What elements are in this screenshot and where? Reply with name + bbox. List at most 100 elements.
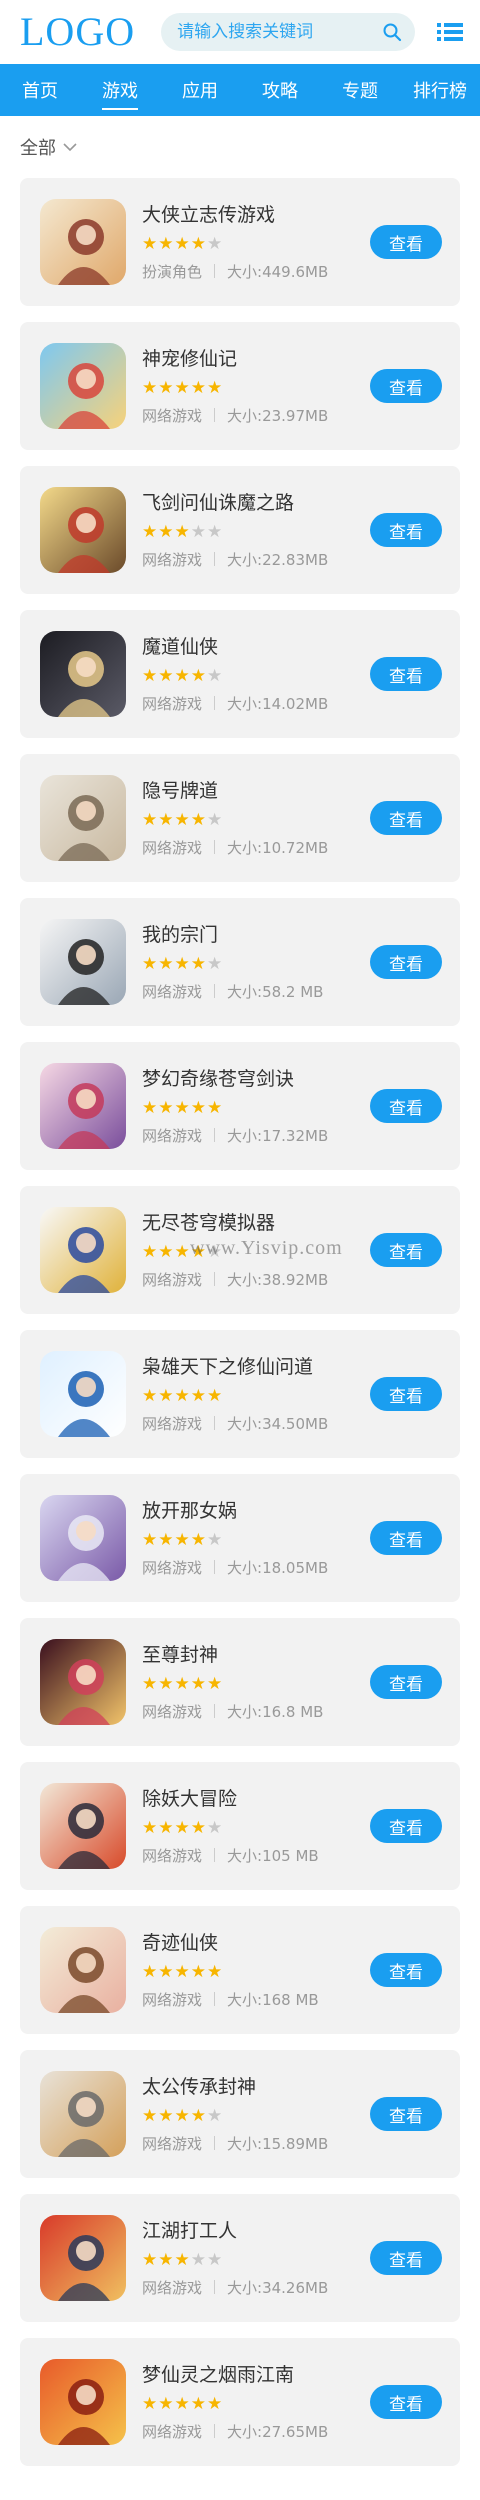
app-name[interactable]: 神宠修仙记 — [142, 347, 370, 371]
app-size: 大小:15.89MB — [227, 2134, 329, 2153]
app-category: 网络游戏 — [142, 838, 203, 857]
list-menu-icon[interactable] — [436, 20, 464, 44]
app-category: 网络游戏 — [142, 1126, 203, 1145]
app-name[interactable]: 奇迹仙侠 — [142, 1931, 370, 1955]
star-icon: ★ — [174, 233, 190, 254]
app-name[interactable]: 无尽苍穹模拟器 — [142, 1211, 370, 1235]
view-button[interactable]: 查看 — [370, 2097, 442, 2131]
flower-maiden-icon[interactable] — [40, 1927, 126, 2013]
view-button[interactable]: 查看 — [370, 1953, 442, 1987]
app-card[interactable]: 梦仙灵之烟雨江南 ★ ★ ★ ★ ★ 网络游戏 大小:27.65MB 查看 — [20, 2338, 460, 2466]
star-icon: ★ — [207, 1097, 223, 1118]
app-card[interactable]: 隐号牌道 ★ ★ ★ ★ ★ 网络游戏 大小:10.72MB 查看 — [20, 754, 460, 882]
fox-girl-icon[interactable] — [40, 2071, 126, 2157]
app-card[interactable]: 奇迹仙侠 ★ ★ ★ ★ ★ 网络游戏 大小:168 MB 查看 — [20, 1906, 460, 2034]
xian-character-icon[interactable] — [40, 1351, 126, 1437]
app-info: 梦幻奇缘苍穹剑诀 ★ ★ ★ ★ ★ 网络游戏 大小:17.32MB — [142, 1067, 370, 1146]
red-dress-heroine-icon[interactable] — [40, 1639, 126, 1725]
meta-divider — [214, 408, 216, 422]
app-name[interactable]: 枭雄天下之修仙问道 — [142, 1355, 370, 1379]
demon-hunter-icon[interactable] — [40, 1783, 126, 1869]
app-card[interactable]: 江湖打工人 ★ ★ ★ ★ ★ 网络游戏 大小:34.26MB 查看 — [20, 2194, 460, 2322]
view-button[interactable]: 查看 — [370, 369, 442, 403]
old-sage-icon[interactable] — [40, 775, 126, 861]
view-button[interactable]: 查看 — [370, 2385, 442, 2419]
app-card[interactable]: 放开那女娲 ★ ★ ★ ★ ★ 网络游戏 大小:18.05MB 查看 — [20, 1474, 460, 1602]
app-card[interactable]: 太公传承封神 ★ ★ ★ ★ ★ 网络游戏 大小:15.89MB 查看 — [20, 2050, 460, 2178]
app-size: 大小:10.72MB — [227, 838, 329, 857]
view-button[interactable]: 查看 — [370, 1377, 442, 1411]
fairy-girl-icon[interactable] — [40, 1063, 126, 1149]
view-button[interactable]: 查看 — [370, 945, 442, 979]
nav-item-home[interactable]: 首页 — [0, 64, 80, 116]
app-card[interactable]: 除妖大冒险 ★ ★ ★ ★ ★ 网络游戏 大小:105 MB 查看 — [20, 1762, 460, 1890]
star-icon: ★ — [174, 2393, 190, 2414]
app-category: 网络游戏 — [142, 982, 203, 1001]
app-name[interactable]: 除妖大冒险 — [142, 1787, 370, 1811]
app-name[interactable]: 我的宗门 — [142, 923, 370, 947]
search-icon[interactable] — [381, 21, 403, 43]
app-name[interactable]: 放开那女娲 — [142, 1499, 370, 1523]
meta-divider — [214, 696, 216, 710]
view-button[interactable]: 查看 — [370, 801, 442, 835]
app-name[interactable]: 隐号牌道 — [142, 779, 370, 803]
view-button[interactable]: 查看 — [370, 225, 442, 259]
view-button[interactable]: 查看 — [370, 513, 442, 547]
app-card[interactable]: 飞剑问仙诛魔之路 ★ ★ ★ ★ ★ 网络游戏 大小:22.83MB 查看 — [20, 466, 460, 594]
app-name[interactable]: 至尊封神 — [142, 1643, 370, 1667]
view-button[interactable]: 查看 — [370, 1089, 442, 1123]
cute-pet-dragon-icon[interactable] — [40, 343, 126, 429]
view-button[interactable]: 查看 — [370, 1665, 442, 1699]
search-input[interactable] — [177, 22, 382, 42]
star-icon: ★ — [207, 1673, 223, 1694]
view-button[interactable]: 查看 — [370, 1521, 442, 1555]
meta-divider — [214, 2280, 216, 2294]
app-name[interactable]: 梦幻奇缘苍穹剑诀 — [142, 1067, 370, 1091]
app-card[interactable]: 大侠立志传游戏 ★ ★ ★ ★ ★ 扮演角色 大小:449.6MB 查看 — [20, 178, 460, 306]
wanderer-icon[interactable] — [40, 2215, 126, 2301]
app-card[interactable]: 神宠修仙记 ★ ★ ★ ★ ★ 网络游戏 大小:23.97MB 查看 — [20, 322, 460, 450]
view-button[interactable]: 查看 — [370, 1809, 442, 1843]
straw-hat-warrior-icon[interactable] — [40, 199, 126, 285]
app-list: 大侠立志传游戏 ★ ★ ★ ★ ★ 扮演角色 大小:449.6MB 查看 神宠修仙记 ★ ★ ★ ★ ★ 网络… — [0, 178, 480, 2466]
app-size: 大小:105 MB — [227, 1846, 319, 1865]
app-meta: 网络游戏 大小:16.8 MB — [142, 1701, 370, 1722]
app-card[interactable]: 魔道仙侠 ★ ★ ★ ★ ★ 网络游戏 大小:14.02MB 查看 — [20, 610, 460, 738]
nav-item-games[interactable]: 游戏 — [80, 64, 160, 116]
app-name[interactable]: 梦仙灵之烟雨江南 — [142, 2363, 370, 2387]
site-logo[interactable]: LOGO — [20, 12, 135, 52]
star-icon: ★ — [207, 233, 223, 254]
app-name[interactable]: 大侠立志传游戏 — [142, 203, 370, 227]
star-icon: ★ — [207, 1529, 223, 1550]
app-name[interactable]: 魔道仙侠 — [142, 635, 370, 659]
app-card[interactable]: 至尊封神 ★ ★ ★ ★ ★ 网络游戏 大小:16.8 MB 查看 — [20, 1618, 460, 1746]
app-card[interactable]: 无尽苍穹模拟器 ★ ★ ★ ★ ★ 网络游戏 大小:38.92MB 查看 — [20, 1186, 460, 1314]
meng-xian-ling-logo-icon[interactable] — [40, 2359, 126, 2445]
app-size: 大小:17.32MB — [227, 1126, 329, 1145]
app-name[interactable]: 太公传承封神 — [142, 2075, 370, 2099]
star-icon: ★ — [190, 521, 206, 542]
view-button[interactable]: 查看 — [370, 657, 442, 691]
meta-divider — [214, 1272, 216, 1286]
nav-item-topics[interactable]: 专题 — [320, 64, 400, 116]
nav-item-guides[interactable]: 攻略 — [240, 64, 320, 116]
nav-item-apps[interactable]: 应用 — [160, 64, 240, 116]
app-card[interactable]: 枭雄天下之修仙问道 ★ ★ ★ ★ ★ 网络游戏 大小:34.50MB 查看 — [20, 1330, 460, 1458]
view-button[interactable]: 查看 — [370, 1233, 442, 1267]
app-card[interactable]: 梦幻奇缘苍穹剑诀 ★ ★ ★ ★ ★ 网络游戏 大小:17.32MB 查看 — [20, 1042, 460, 1170]
app-card[interactable]: 我的宗门 ★ ★ ★ ★ ★ 网络游戏 大小:58.2 MB 查看 — [20, 898, 460, 1026]
nav-item-rankings[interactable]: 排行榜 — [400, 64, 480, 116]
ink-swordsman-icon[interactable] — [40, 919, 126, 1005]
app-info: 奇迹仙侠 ★ ★ ★ ★ ★ 网络游戏 大小:168 MB — [142, 1931, 370, 2010]
dark-warrior-icon[interactable] — [40, 631, 126, 717]
white-hair-goddess-icon[interactable] — [40, 1495, 126, 1581]
search-bar — [161, 13, 416, 51]
app-size: 大小:38.92MB — [227, 1270, 329, 1289]
calligraphy-logo-icon[interactable] — [40, 1207, 126, 1293]
star-icon: ★ — [142, 1817, 158, 1838]
app-name[interactable]: 江湖打工人 — [142, 2219, 370, 2243]
app-name[interactable]: 飞剑问仙诛魔之路 — [142, 491, 370, 515]
view-button[interactable]: 查看 — [370, 2241, 442, 2275]
category-filter[interactable]: 全部 — [0, 116, 480, 178]
flying-sword-icon[interactable] — [40, 487, 126, 573]
